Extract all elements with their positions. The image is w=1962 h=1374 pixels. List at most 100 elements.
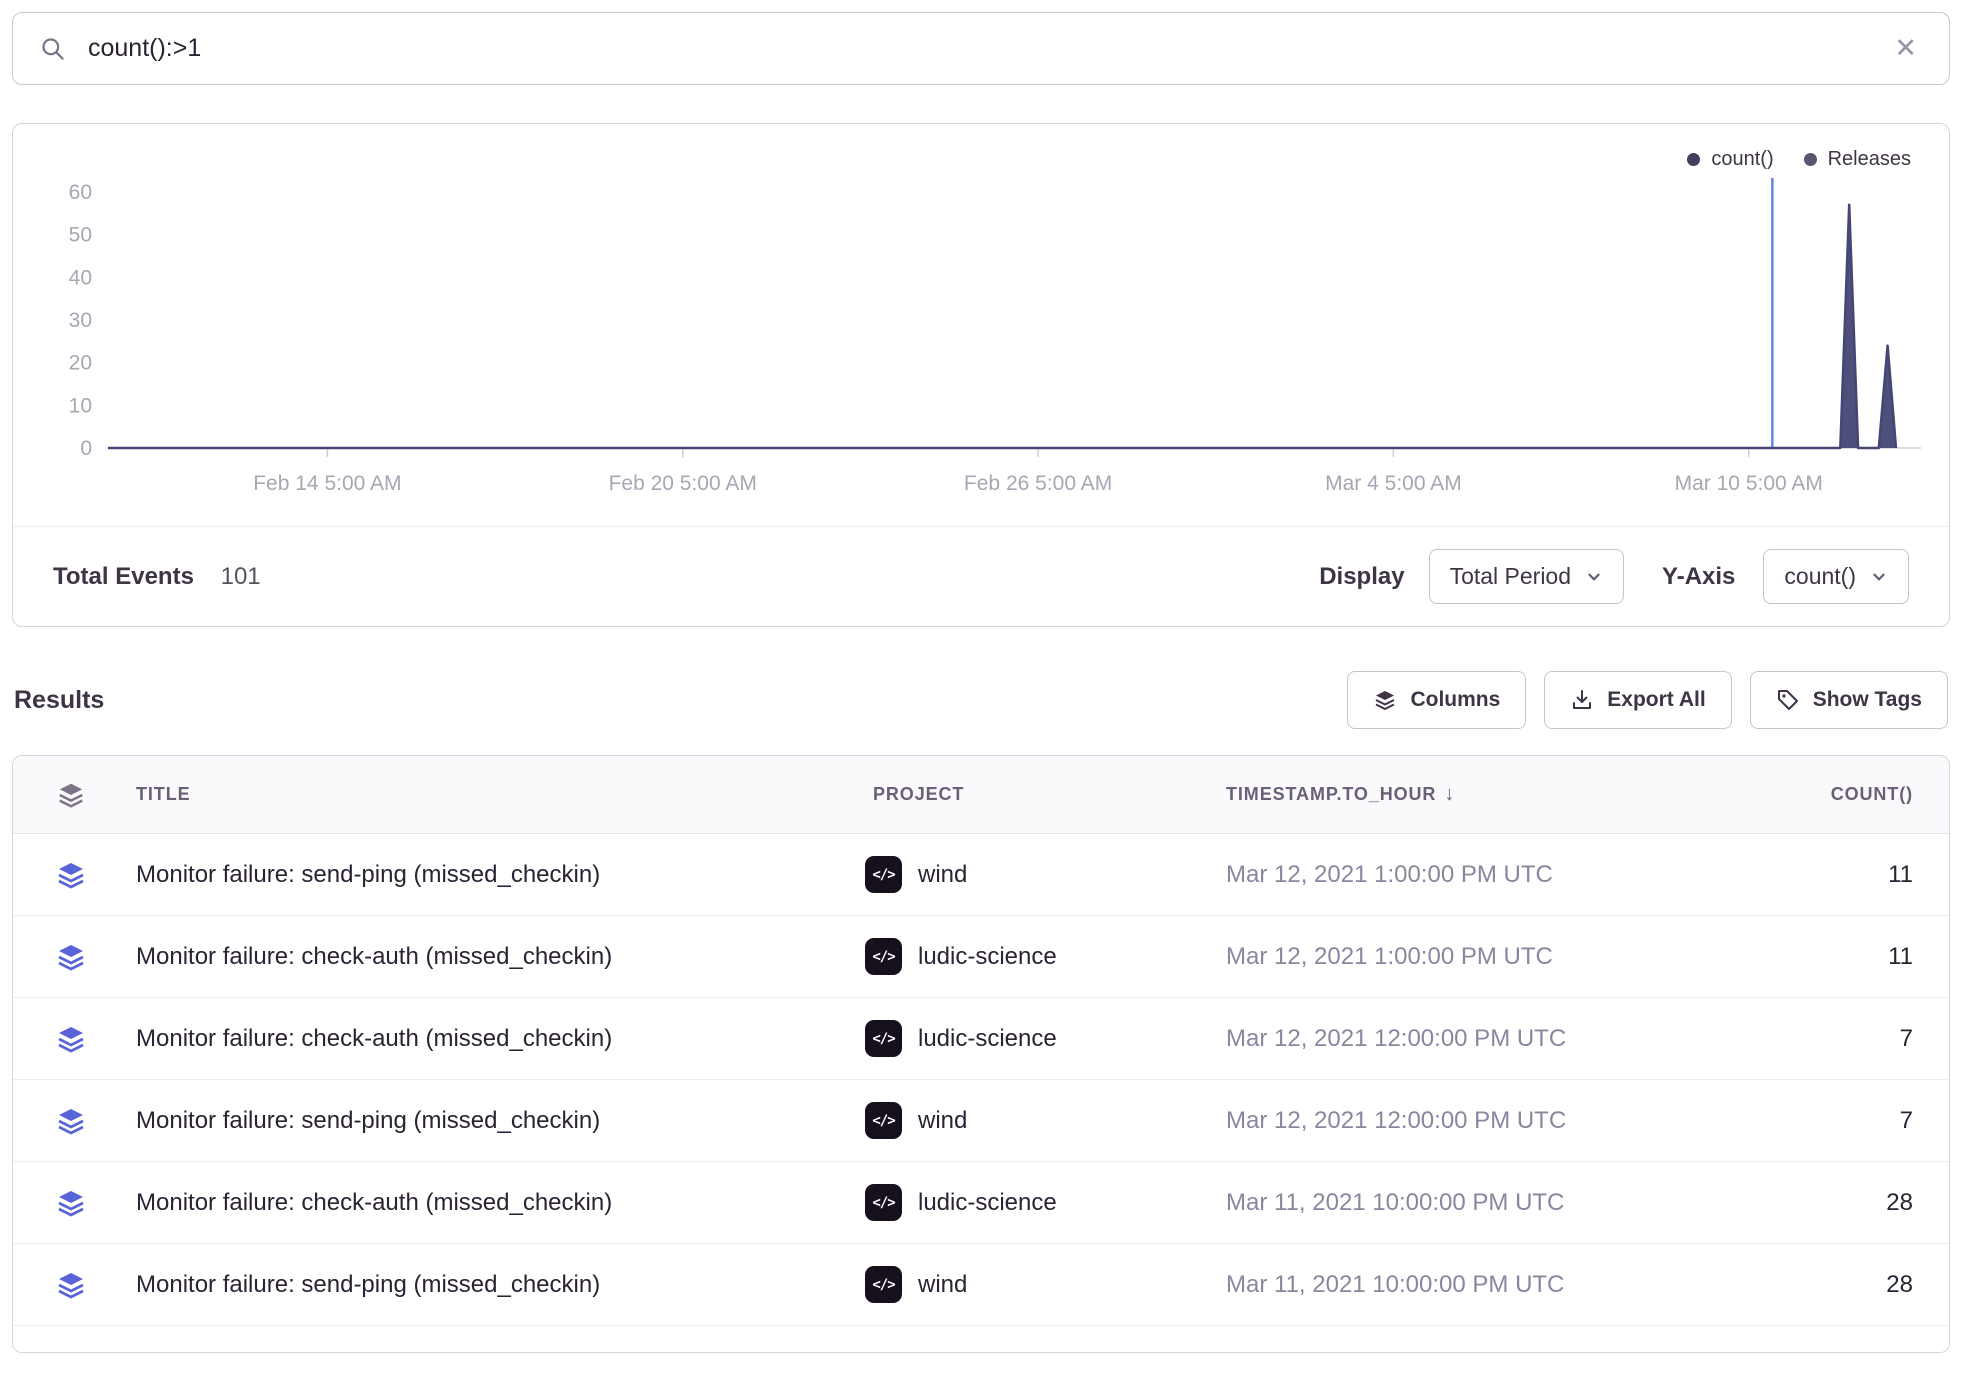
- project-name: ludic-science: [918, 943, 1057, 971]
- tag-icon: [1776, 688, 1800, 712]
- project-cell: </>wind: [865, 856, 1226, 893]
- stack-icon: [13, 1187, 128, 1219]
- results-header: Results Columns Export All: [14, 671, 1948, 729]
- timestamp: Mar 11, 2021 10:00:00 PM UTC: [1226, 1271, 1706, 1299]
- display-dropdown[interactable]: Total Period: [1429, 549, 1624, 604]
- svg-text:50: 50: [69, 224, 92, 247]
- close-icon[interactable]: ✕: [1888, 31, 1923, 66]
- yaxis-dropdown[interactable]: count(): [1763, 549, 1909, 604]
- project-cell: </> ludic-science: [865, 1184, 1226, 1221]
- count-value: 11: [1706, 861, 1949, 889]
- results-table: TITLE PROJECT TIMESTAMP.TO_HOUR ↓ COUNT(…: [12, 755, 1950, 1353]
- columns-button[interactable]: Columns: [1347, 671, 1526, 729]
- legend-dot-count: [1687, 153, 1700, 166]
- count-value: 28: [1706, 1271, 1949, 1299]
- legend-item-count[interactable]: count(): [1687, 148, 1773, 171]
- sort-desc-icon: ↓: [1444, 783, 1455, 806]
- legend-label-releases: Releases: [1828, 148, 1911, 171]
- project-icon: </>: [865, 1184, 902, 1221]
- stack-column-icon: [13, 780, 128, 810]
- table-row[interactable]: Monitor failure: send-ping (missed_check…: [13, 1080, 1949, 1162]
- timestamp: Mar 11, 2021 10:00:00 PM UTC: [1226, 1189, 1706, 1217]
- chart-area: count() Releases 0 10 20 30 40 50 60 Feb 14 5:0…: [13, 124, 1949, 526]
- event-title[interactable]: Monitor failure: check-auth (missed_chec…: [128, 1025, 865, 1053]
- chevron-down-icon: [1585, 568, 1603, 586]
- svg-text:Feb 26 5:00 AM: Feb 26 5:00 AM: [964, 472, 1112, 495]
- count-value: 7: [1706, 1107, 1949, 1135]
- legend-dot-releases: [1804, 153, 1817, 166]
- search-bar[interactable]: ✕: [12, 12, 1950, 85]
- svg-text:60: 60: [69, 181, 92, 204]
- project-icon: </>: [865, 1102, 902, 1139]
- stack-icon: [13, 1023, 128, 1055]
- layers-icon: [1373, 688, 1397, 712]
- display-value: Total Period: [1450, 563, 1571, 590]
- svg-text:0: 0: [80, 437, 92, 460]
- project-name: ludic-science: [918, 1189, 1057, 1217]
- stack-icon: [13, 941, 128, 973]
- project-icon: </>: [865, 1266, 902, 1303]
- timestamp: Mar 12, 2021 1:00:00 PM UTC: [1226, 943, 1706, 971]
- header-project[interactable]: PROJECT: [865, 784, 1226, 805]
- chart-legend: count() Releases: [1687, 148, 1911, 171]
- event-title[interactable]: Monitor failure: send-ping (missed_check…: [128, 861, 865, 889]
- show-tags-button-label: Show Tags: [1813, 688, 1922, 712]
- table-row[interactable]: Monitor failure: check-auth (missed_chec…: [13, 1162, 1949, 1244]
- table-row[interactable]: Monitor failure: check-auth (missed_chec…: [13, 998, 1949, 1080]
- table-row[interactable]: Monitor failure: send-ping (missed_check…: [13, 1244, 1949, 1326]
- export-all-button[interactable]: Export All: [1544, 671, 1731, 729]
- project-icon: </>: [865, 938, 902, 975]
- header-timestamp[interactable]: TIMESTAMP.TO_HOUR ↓: [1226, 783, 1706, 806]
- table-row[interactable]: Monitor failure: send-ping (missed_check…: [13, 834, 1949, 916]
- results-heading: Results: [14, 686, 104, 715]
- project-name: ludic-science: [918, 1025, 1057, 1053]
- project-name: wind: [918, 1271, 967, 1299]
- table-row[interactable]: Monitor failure: check-auth (missed_chec…: [13, 916, 1949, 998]
- count-value: 7: [1706, 1025, 1949, 1053]
- svg-text:20: 20: [69, 352, 92, 375]
- svg-text:Mar 4 5:00 AM: Mar 4 5:00 AM: [1325, 472, 1462, 495]
- event-title[interactable]: Monitor failure: check-auth (missed_chec…: [128, 1189, 865, 1217]
- project-cell: </> wind: [865, 1102, 1226, 1139]
- total-events-label: Total Events: [53, 563, 194, 590]
- chart-panel: count() Releases 0 10 20 30 40 50 60 Feb 14 5:0…: [12, 123, 1950, 627]
- yaxis-label: Y-Axis: [1662, 563, 1735, 591]
- project-name: wind: [918, 861, 967, 889]
- stack-icon: [13, 1105, 128, 1137]
- svg-text:Mar 10 5:00 AM: Mar 10 5:00 AM: [1675, 472, 1823, 495]
- download-icon: [1570, 688, 1594, 712]
- svg-text:40: 40: [69, 266, 92, 289]
- search-icon: [39, 35, 66, 62]
- event-title[interactable]: Monitor failure: send-ping (missed_check…: [128, 1271, 865, 1299]
- project-name: wind: [918, 1107, 967, 1135]
- discover-page: ✕ count() Releases 0 10 20 30 40 50 60 Feb 14 5…: [0, 0, 1962, 1365]
- count-value: 11: [1706, 943, 1949, 971]
- table-footer: [13, 1326, 1949, 1352]
- display-label: Display: [1319, 563, 1404, 591]
- svg-text:Feb 14 5:00 AM: Feb 14 5:00 AM: [253, 472, 401, 495]
- search-input[interactable]: [86, 33, 1868, 64]
- event-title[interactable]: Monitor failure: check-auth (missed_chec…: [128, 943, 865, 971]
- total-events-value: 101: [221, 563, 261, 590]
- show-tags-button[interactable]: Show Tags: [1750, 671, 1948, 729]
- project-cell: </> ludic-science: [865, 938, 1226, 975]
- timestamp: Mar 12, 2021 1:00:00 PM UTC: [1226, 861, 1706, 889]
- export-all-button-label: Export All: [1607, 688, 1705, 712]
- header-title[interactable]: TITLE: [128, 784, 865, 805]
- svg-text:10: 10: [69, 394, 92, 417]
- project-icon: </>: [865, 1020, 902, 1057]
- events-chart-svg: 0 10 20 30 40 50 60 Feb 14 5:00 AM Feb 20 5:00 A…: [13, 128, 1949, 526]
- legend-item-releases[interactable]: Releases: [1804, 148, 1911, 171]
- legend-label-count: count(): [1711, 148, 1773, 171]
- total-events: Total Events 101: [53, 563, 261, 591]
- results-actions: Columns Export All Show Tags: [1347, 671, 1948, 729]
- header-count[interactable]: COUNT(): [1706, 784, 1949, 805]
- svg-text:Feb 20 5:00 AM: Feb 20 5:00 AM: [609, 472, 757, 495]
- event-title[interactable]: Monitor failure: send-ping (missed_check…: [128, 1107, 865, 1135]
- table-header-row: TITLE PROJECT TIMESTAMP.TO_HOUR ↓ COUNT(…: [13, 756, 1949, 834]
- columns-button-label: Columns: [1410, 688, 1500, 712]
- chart-controls: Display Total Period Y-Axis count(): [1319, 549, 1909, 604]
- chart-footer: Total Events 101 Display Total Period Y-…: [13, 526, 1949, 626]
- yaxis-value: count(): [1784, 563, 1856, 590]
- svg-text:30: 30: [69, 309, 92, 332]
